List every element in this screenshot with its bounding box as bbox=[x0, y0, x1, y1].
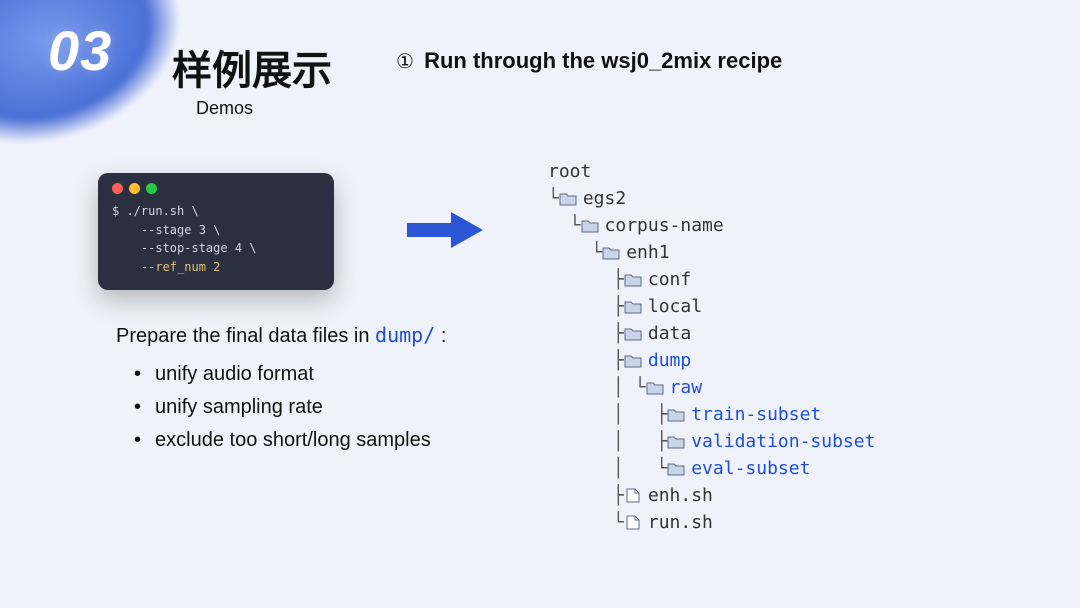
tree-label: conf bbox=[648, 266, 691, 294]
caption-path: dump/ bbox=[375, 323, 435, 347]
maximize-icon bbox=[146, 183, 157, 194]
title-main: 样例展示 bbox=[172, 38, 332, 96]
tree-label: validation-subset bbox=[691, 428, 875, 456]
terminal-window: $ ./run.sh \ --stage 3 \ --stop-stage 4 … bbox=[98, 173, 334, 290]
caption-prefix: Prepare the final data files in bbox=[116, 325, 375, 347]
bullet-item: exclude too short/long samples bbox=[134, 424, 431, 457]
folder-icon bbox=[624, 353, 642, 368]
arrow-icon bbox=[405, 210, 485, 250]
folder-icon bbox=[667, 434, 685, 449]
caption-suffix: : bbox=[435, 325, 446, 347]
tree-label: raw bbox=[670, 374, 703, 402]
folder-icon bbox=[667, 407, 685, 422]
directory-tree: root └egs2 └corpus-name └enh1 ├conf ├loc… bbox=[548, 158, 875, 536]
file-icon bbox=[624, 488, 642, 503]
close-icon bbox=[112, 183, 123, 194]
folder-icon bbox=[581, 218, 599, 233]
tree-label: data bbox=[648, 320, 691, 348]
minimize-icon bbox=[129, 183, 140, 194]
subtitle: ① Run through the wsj0_2mix recipe bbox=[396, 48, 782, 74]
tree-label: enh.sh bbox=[648, 482, 713, 510]
tree-label: run.sh bbox=[648, 509, 713, 537]
folder-icon bbox=[646, 380, 664, 395]
tree-label: dump bbox=[648, 347, 691, 375]
terminal-traffic-lights bbox=[112, 183, 320, 194]
tree-root: root bbox=[548, 158, 591, 186]
bullet-list: unify audio format unify sampling rate e… bbox=[134, 358, 431, 457]
tree-label: corpus-name bbox=[605, 212, 724, 240]
subtitle-number: ① bbox=[396, 51, 414, 73]
file-icon bbox=[624, 515, 642, 530]
folder-icon bbox=[624, 272, 642, 287]
folder-icon bbox=[624, 299, 642, 314]
tree-label: enh1 bbox=[626, 239, 669, 267]
title-block: 样例展示 Demos bbox=[172, 38, 332, 119]
folder-icon bbox=[624, 326, 642, 341]
caption: Prepare the final data files in dump/ : bbox=[116, 323, 446, 348]
tree-label: local bbox=[648, 293, 702, 321]
subtitle-text: Run through the wsj0_2mix recipe bbox=[424, 48, 782, 73]
folder-icon bbox=[667, 461, 685, 476]
title-sub: Demos bbox=[196, 98, 332, 119]
tree-label: train-subset bbox=[691, 401, 821, 429]
folder-icon bbox=[559, 191, 577, 206]
terminal-content: $ ./run.sh \ --stage 3 \ --stop-stage 4 … bbox=[112, 202, 320, 276]
slide-number: 03 bbox=[48, 18, 112, 83]
tree-label: eval-subset bbox=[691, 455, 810, 483]
tree-label: egs2 bbox=[583, 185, 626, 213]
bullet-item: unify sampling rate bbox=[134, 391, 431, 424]
folder-icon bbox=[602, 245, 620, 260]
bullet-item: unify audio format bbox=[134, 358, 431, 391]
